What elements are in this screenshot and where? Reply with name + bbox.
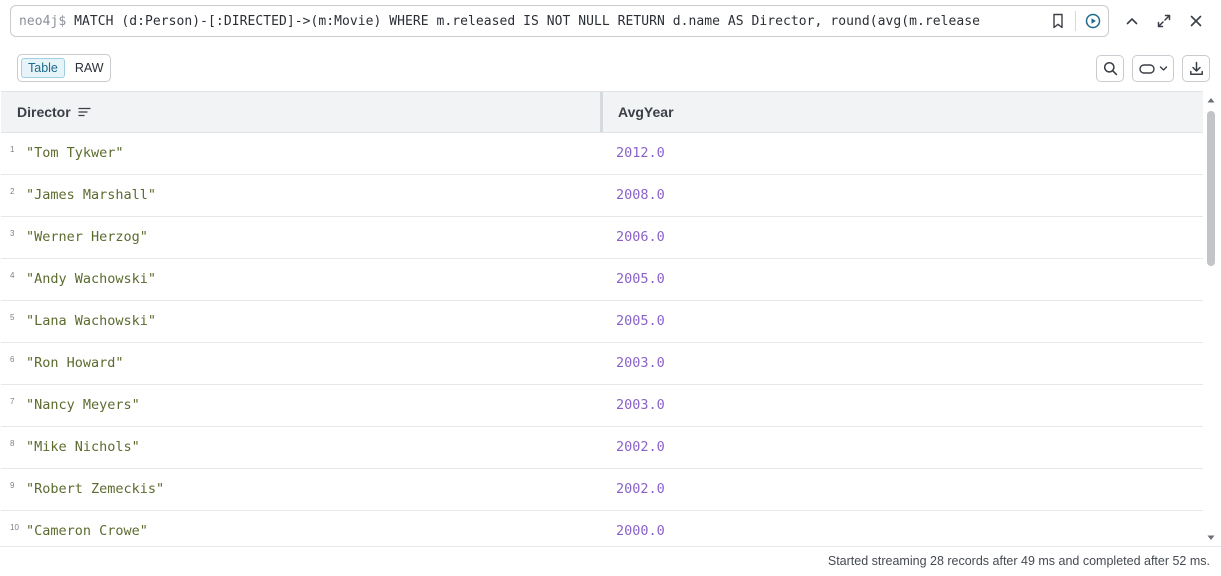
director-cell: "Lana Wachowski" <box>26 313 157 329</box>
row-number: 10 <box>10 523 19 532</box>
column-header-label: AvgYear <box>618 104 674 120</box>
view-toggle: Table RAW <box>17 54 111 82</box>
query-text[interactable]: neo4j$ MATCH (d:Person)-[:DIRECTED]->(m:… <box>19 14 1043 29</box>
close-icon[interactable] <box>1182 7 1210 35</box>
expand-icon[interactable] <box>1150 7 1178 35</box>
status-bar: Started streaming 28 records after 49 ms… <box>0 546 1221 576</box>
table-row: 2 "James Marshall" 2008.0 <box>1 175 1203 217</box>
director-cell: "Cameron Crowe" <box>26 523 148 539</box>
sort-lines-icon[interactable] <box>78 107 91 117</box>
row-number: 3 <box>10 229 15 238</box>
scroll-up-arrow-icon[interactable] <box>1206 95 1216 105</box>
column-resize-handle[interactable] <box>600 92 603 132</box>
avgyear-cell: 2012.0 <box>616 145 665 161</box>
director-cell: "James Marshall" <box>26 187 157 203</box>
table-row: 4 "Andy Wachowski" 2005.0 <box>1 259 1203 301</box>
director-cell: "Mike Nichols" <box>26 439 140 455</box>
status-text: Started streaming 28 records after 49 ms… <box>827 554 1210 568</box>
director-cell: "Tom Tykwer" <box>26 145 124 161</box>
row-number: 5 <box>10 313 15 322</box>
table-row: 8 "Mike Nichols" 2002.0 <box>1 427 1203 469</box>
avgyear-cell: 2005.0 <box>616 271 665 287</box>
download-icon <box>1189 61 1204 76</box>
table-header: Director AvgYear <box>1 91 1203 133</box>
table-row: 9 "Robert Zemeckis" 2002.0 <box>1 469 1203 511</box>
avgyear-cell: 2008.0 <box>616 187 665 203</box>
avgyear-cell: 2006.0 <box>616 229 665 245</box>
director-cell: "Ron Howard" <box>26 355 124 371</box>
table-row: 10 "Cameron Crowe" 2000.0 <box>1 511 1203 546</box>
avgyear-cell: 2002.0 <box>616 481 665 497</box>
chevron-up-icon[interactable] <box>1118 7 1146 35</box>
table-row: 1 "Tom Tykwer" 2012.0 <box>1 133 1203 175</box>
column-header-director[interactable]: Director <box>17 92 91 132</box>
row-number: 1 <box>10 145 15 154</box>
row-number: 2 <box>10 187 15 196</box>
table-row: 3 "Werner Herzog" 2006.0 <box>1 217 1203 259</box>
director-cell: "Nancy Meyers" <box>26 397 140 413</box>
director-cell: "Robert Zemeckis" <box>26 481 165 497</box>
avgyear-cell: 2005.0 <box>616 313 665 329</box>
avgyear-cell: 2003.0 <box>616 355 665 371</box>
download-button[interactable] <box>1182 55 1210 82</box>
scrollbar-thumb[interactable] <box>1207 111 1215 266</box>
director-cell: "Andy Wachowski" <box>26 271 157 287</box>
raw-view-button[interactable]: RAW <box>69 58 110 78</box>
column-header-avgyear[interactable]: AvgYear <box>618 92 674 132</box>
row-number: 8 <box>10 439 15 448</box>
avgyear-cell: 2003.0 <box>616 397 665 413</box>
table-row: 7 "Nancy Meyers" 2003.0 <box>1 385 1203 427</box>
query-prompt: neo4j$ <box>19 13 67 29</box>
query-bar-divider <box>1075 11 1076 31</box>
avgyear-cell: 2002.0 <box>616 439 665 455</box>
row-number: 7 <box>10 397 15 406</box>
row-number: 9 <box>10 481 15 490</box>
query-cypher[interactable]: MATCH (d:Person)-[:DIRECTED]->(m:Movie) … <box>74 14 980 29</box>
bookmark-icon[interactable] <box>1043 6 1073 36</box>
table-row: 6 "Ron Howard" 2003.0 <box>1 343 1203 385</box>
table-row: 5 "Lana Wachowski" 2005.0 <box>1 301 1203 343</box>
highlight-menu-button[interactable] <box>1132 55 1174 82</box>
search-button[interactable] <box>1096 55 1124 82</box>
row-number: 4 <box>10 271 15 280</box>
scroll-down-arrow-icon[interactable] <box>1206 533 1216 543</box>
vertical-scrollbar[interactable] <box>1205 93 1217 545</box>
pill-toggle-icon <box>1138 63 1159 75</box>
query-editor[interactable]: neo4j$ MATCH (d:Person)-[:DIRECTED]->(m:… <box>10 5 1109 37</box>
chevron-down-icon <box>1159 64 1168 73</box>
avgyear-cell: 2000.0 <box>616 523 665 539</box>
search-icon <box>1103 61 1118 76</box>
column-header-label: Director <box>17 104 71 120</box>
play-circle-icon[interactable] <box>1078 6 1108 36</box>
results-table: Director AvgYear 1 "Tom Tykwer" 2012.0 2… <box>1 91 1203 546</box>
row-number: 6 <box>10 355 15 364</box>
director-cell: "Werner Herzog" <box>26 229 148 245</box>
table-view-button[interactable]: Table <box>21 58 65 78</box>
